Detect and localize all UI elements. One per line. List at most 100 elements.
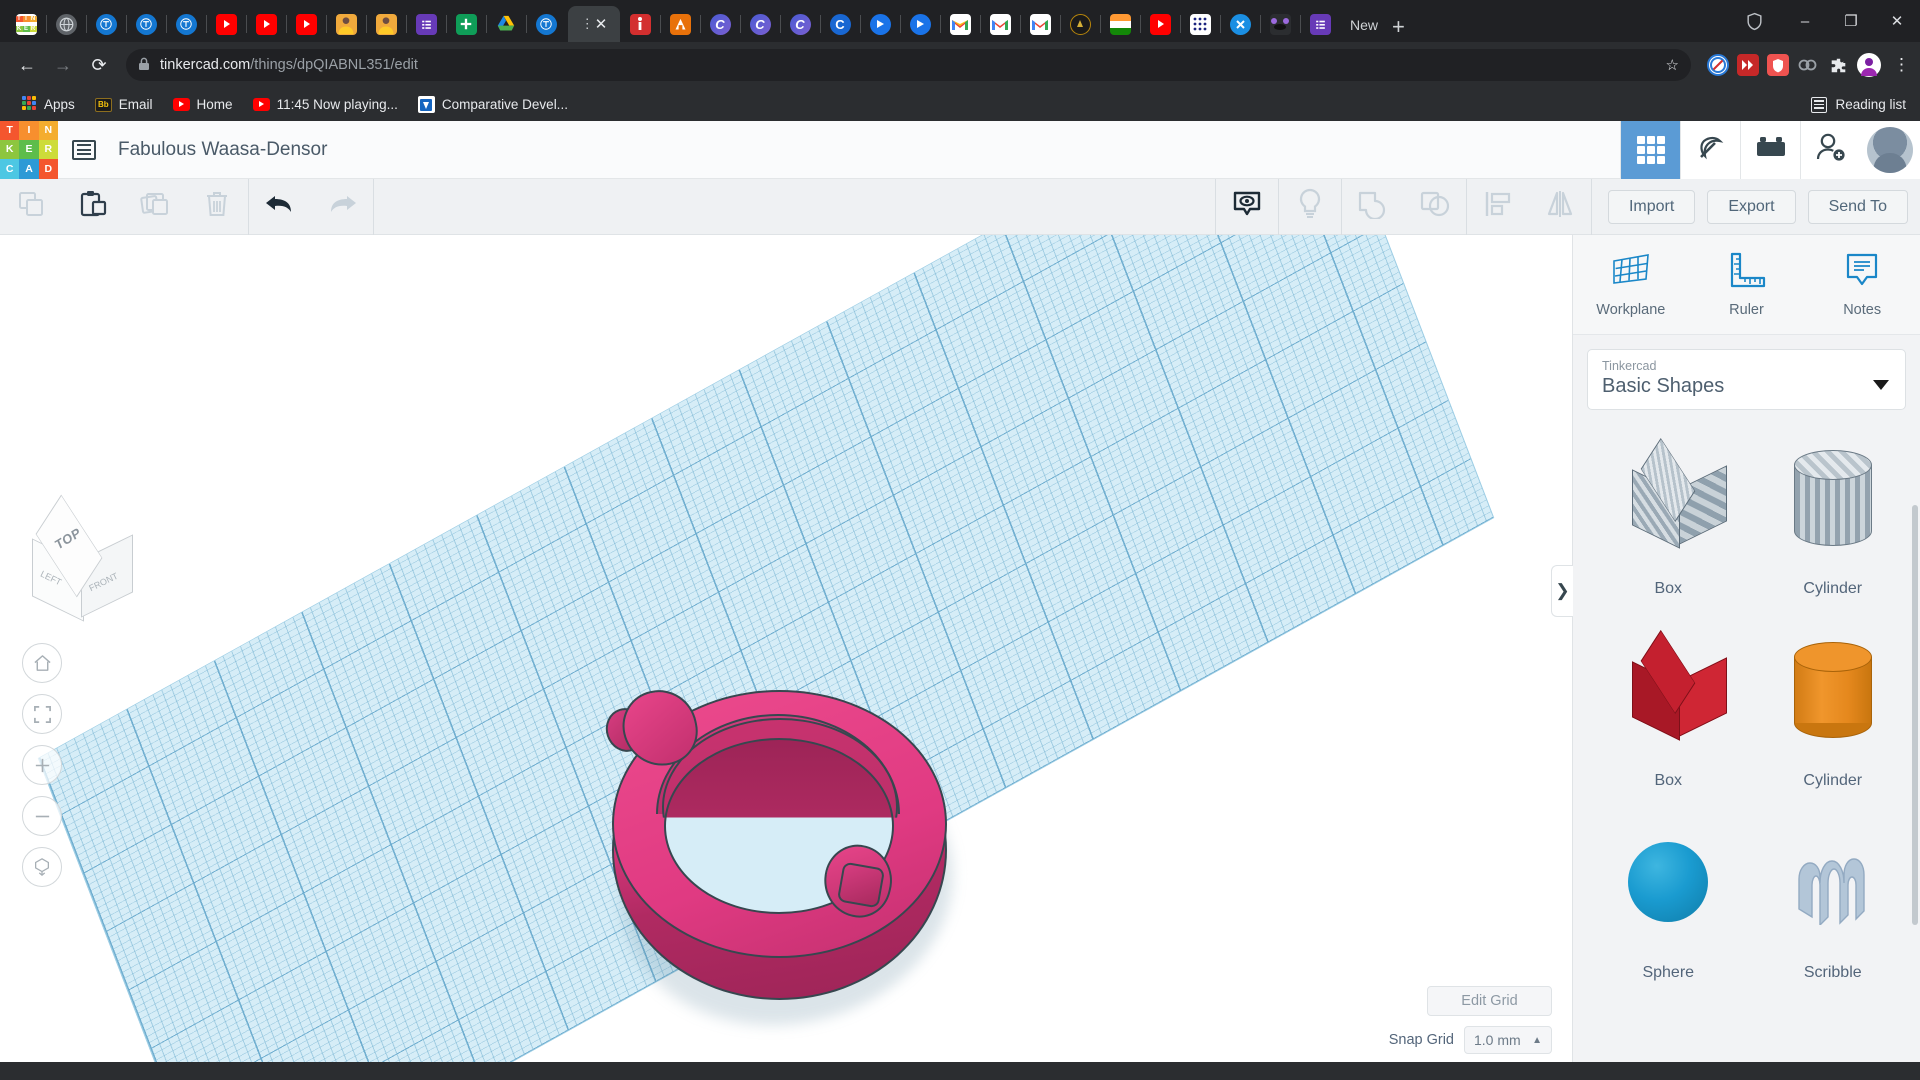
bookmark-apps[interactable]: Apps [12,92,83,117]
pinned-tab-dots-grid[interactable] [1180,6,1220,42]
shape-scribble[interactable]: Scribble [1752,808,1915,998]
window-shield-icon[interactable] [1726,0,1782,42]
pinned-tab-photo-1[interactable] [326,6,366,42]
pinned-tab-drive[interactable] [486,6,526,42]
pinned-tab-tinkercad-2[interactable] [126,6,166,42]
export-button[interactable]: Export [1707,190,1795,224]
close-icon[interactable]: ✕ [595,15,608,33]
adblock-extension-icon[interactable] [1707,54,1729,76]
ungroup-button[interactable] [1404,179,1466,235]
pinned-tab-red-doc[interactable] [620,6,660,42]
pinned-tab-photo-2[interactable] [366,6,406,42]
group-button[interactable] [1342,179,1404,235]
reload-button[interactable]: ⟳ [82,48,116,82]
chrome-menu-icon[interactable]: ⋮ [1893,55,1910,75]
lego-bricks-button[interactable] [1740,121,1800,179]
shape-cylinder-solid[interactable]: Cylinder [1752,616,1915,806]
shape-box-solid[interactable]: Box [1587,616,1750,806]
rings-extension-icon[interactable] [1797,54,1819,76]
pinned-tab-play-2[interactable] [900,6,940,42]
pinned-tab-tinkercad-3[interactable] [166,6,206,42]
snap-grid-select[interactable]: 1.0 mm ▲ [1464,1026,1552,1054]
pinned-tab-youtube-1[interactable] [206,6,246,42]
bookmark-comparative[interactable]: Comparative Devel... [410,92,576,117]
zoom-out-button[interactable] [22,796,62,836]
shield-extension-icon[interactable] [1767,54,1789,76]
pinned-tab-chrome-4[interactable]: C [820,6,860,42]
bookmark-now-playing[interactable]: 11:45 Now playing... [245,93,406,116]
designs-grid-button[interactable] [1620,121,1680,179]
pinned-tab-forms-2[interactable] [1300,6,1340,42]
shape-box-hole[interactable]: Box [1587,424,1750,614]
import-button[interactable]: Import [1608,190,1695,224]
fit-to-view-button[interactable] [22,694,62,734]
panel-scrollbar[interactable] [1912,505,1918,925]
pinned-tab-tinkercad-4[interactable] [526,6,566,42]
pinned-tab-chrome-1[interactable]: C [700,6,740,42]
address-bar[interactable]: tinkercad.com/things/dpQIABNL351/edit ☆ [126,49,1691,81]
pinned-tab-gmail-2[interactable] [980,6,1020,42]
tab-menu-icon[interactable]: ⋮ [581,16,593,32]
zoom-in-button[interactable] [22,745,62,785]
redo-button[interactable] [311,179,373,235]
pinned-tab-chrome-3[interactable]: C [780,6,820,42]
paste-button[interactable] [62,179,124,235]
pinned-tab-gold-seal[interactable] [1060,6,1100,42]
pinned-tab-tinkercad-logo[interactable]: TIN KER [6,6,46,42]
reading-list-button[interactable]: Reading list [1811,97,1906,113]
view-cube[interactable]: TOP LEFT FRONT [24,507,132,611]
pinned-tab-india-flag[interactable] [1100,6,1140,42]
collapse-panel-handle[interactable]: ❯ [1551,565,1573,617]
delete-button[interactable] [186,179,248,235]
pinned-tab-orange-app[interactable] [660,6,700,42]
bookmark-home[interactable]: Home [165,93,241,116]
send-to-button[interactable]: Send To [1808,190,1908,224]
pinned-tab-youtube-4[interactable] [1140,6,1180,42]
edit-grid-button[interactable]: Edit Grid [1427,986,1552,1016]
pinned-tab-gmail-1[interactable] [940,6,980,42]
light-button[interactable] [1279,179,1341,235]
pink-ring-model[interactable] [612,690,957,1030]
shape-library-picker[interactable]: Tinkercad Basic Shapes [1587,349,1906,410]
fast-forward-extension-icon[interactable] [1737,54,1759,76]
project-menu-button[interactable] [58,121,110,179]
pinned-tab-sheets[interactable] [446,6,486,42]
profile-avatar-icon[interactable] [1857,53,1881,77]
minimize-button[interactable]: – [1782,0,1828,42]
show-hide-button[interactable] [1216,179,1278,235]
page-title[interactable]: Fabulous Waasa-Densor [118,139,327,161]
close-window-button[interactable]: ✕ [1874,0,1920,42]
tinkercad-logo[interactable]: TIN KER CAD [0,121,58,179]
duplicate-button[interactable] [124,179,186,235]
3d-canvas[interactable]: TOP LEFT FRONT [0,235,1572,1062]
new-tab-title[interactable]: New [1350,17,1378,33]
pinned-tab-blue-x[interactable] [1220,6,1260,42]
pinned-tab-forms[interactable] [406,6,446,42]
puzzle-extensions-icon[interactable] [1827,54,1849,76]
invite-people-button[interactable] [1800,121,1860,179]
pinned-tab-youtube-3[interactable] [286,6,326,42]
pinned-tab-chrome-2[interactable]: C [740,6,780,42]
forward-button[interactable]: → [46,48,80,82]
blocks-codeblocks-button[interactable] [1680,121,1740,179]
align-button[interactable] [1467,179,1529,235]
ortho-perspective-button[interactable] [22,847,62,887]
bookmark-email[interactable]: Bb Email [87,93,161,116]
shape-sphere[interactable]: Sphere [1587,808,1750,998]
copy-button[interactable] [0,179,62,235]
pinned-tab-globe[interactable] [46,6,86,42]
home-view-button[interactable] [22,643,62,683]
ruler-tool[interactable]: Ruler [1696,251,1796,318]
bookmark-star-icon[interactable]: ☆ [1666,56,1679,74]
pinned-tab-tinkercad-1[interactable] [86,6,126,42]
pinned-tab-play-1[interactable] [860,6,900,42]
pinned-tab-youtube-2[interactable] [246,6,286,42]
undo-button[interactable] [249,179,311,235]
pinned-tab-gmail-3[interactable] [1020,6,1060,42]
mirror-button[interactable] [1529,179,1591,235]
notes-tool[interactable]: Notes [1812,251,1912,318]
new-tab-button[interactable]: + [1392,16,1405,38]
user-avatar[interactable] [1860,121,1920,179]
pinned-tab-scissors[interactable] [1260,6,1300,42]
active-browser-tab[interactable]: ⋮ ✕ [568,6,620,42]
